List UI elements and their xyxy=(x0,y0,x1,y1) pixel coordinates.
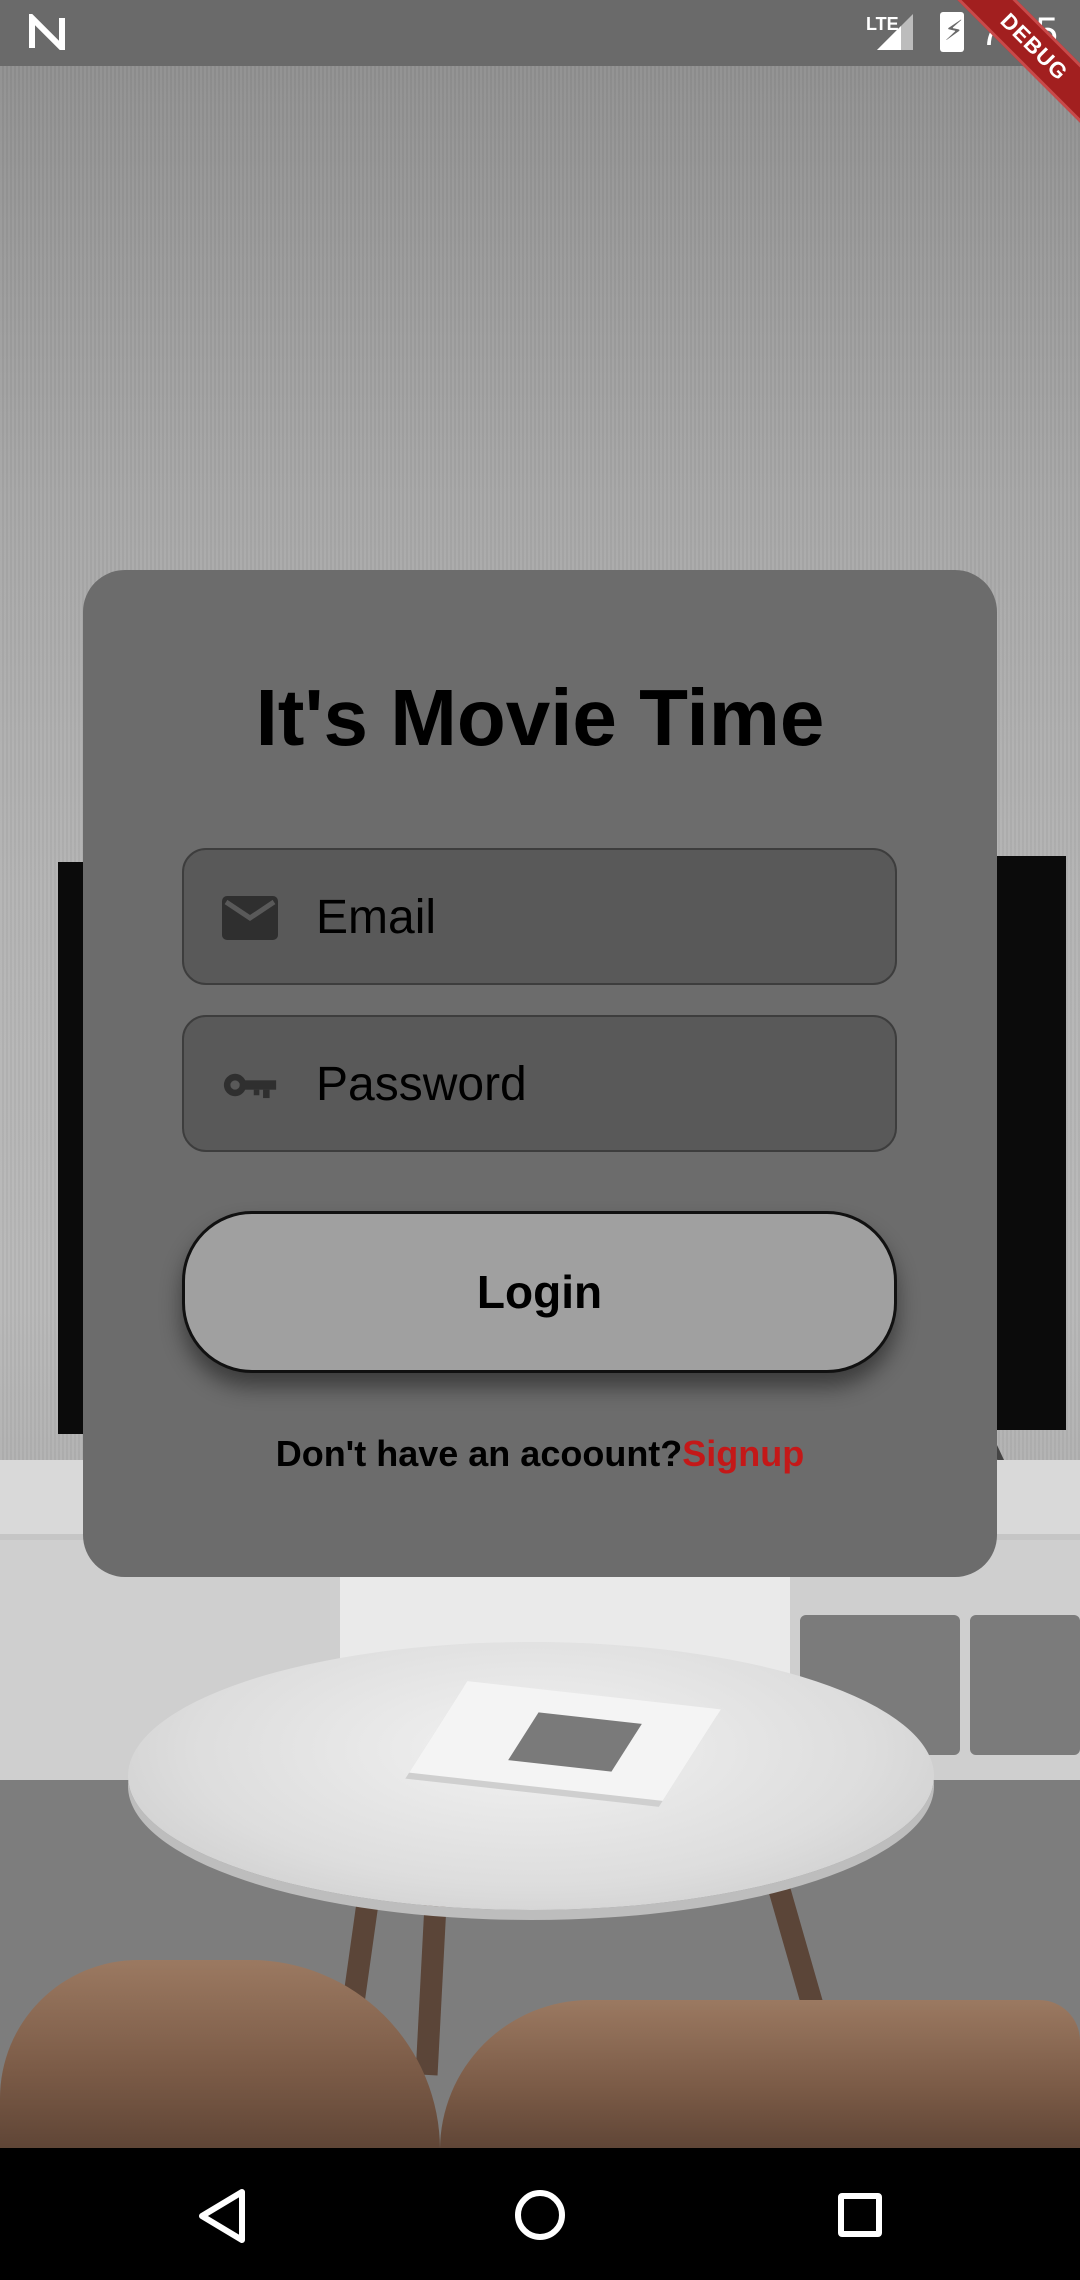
signup-prompt-text: Don't have an acoount? xyxy=(275,1433,683,1474)
tv-right-edge xyxy=(996,856,1066,1430)
login-button[interactable]: Login xyxy=(182,1211,897,1373)
storage-box xyxy=(970,1615,1080,1755)
recents-icon[interactable] xyxy=(838,2193,882,2237)
signup-link[interactable]: Signup xyxy=(682,1433,804,1474)
email-icon xyxy=(222,896,278,940)
password-placeholder: Password xyxy=(316,1058,527,1111)
signal-icon xyxy=(877,14,913,50)
status-bar: LTE ⚡ 7:05 DEBUG xyxy=(0,0,1080,140)
home-icon[interactable] xyxy=(515,2190,565,2240)
email-placeholder: Email xyxy=(316,891,437,944)
notification-n-icon xyxy=(28,10,70,56)
sofa-cushion xyxy=(440,2000,1080,2148)
charging-bolt-icon: ⚡ xyxy=(944,15,964,46)
back-icon[interactable] xyxy=(196,2188,248,2244)
page-title: It's Movie Time xyxy=(255,673,825,762)
email-field[interactable]: Email xyxy=(182,848,897,985)
signup-prompt-row: Don't have an acoount?Signup xyxy=(0,1430,1080,1478)
password-field[interactable]: Password xyxy=(182,1015,897,1152)
key-icon xyxy=(223,1073,277,1099)
